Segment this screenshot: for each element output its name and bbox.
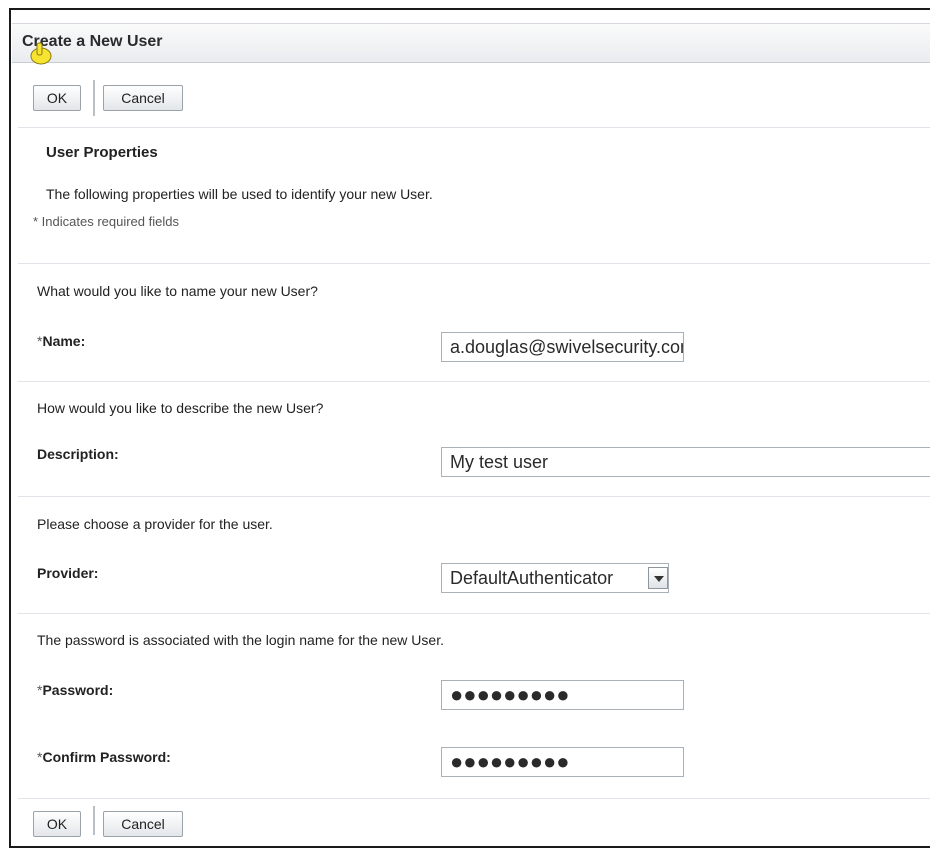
- divider: [18, 381, 930, 382]
- password-input[interactable]: ●●●●●●●●●: [441, 680, 684, 710]
- toolbar-separator-top: [93, 80, 95, 116]
- chevron-down-icon[interactable]: [648, 567, 668, 589]
- name-input[interactable]: a.douglas@swivelsecurity.com: [441, 332, 684, 362]
- divider: [18, 127, 930, 128]
- description-label: Description:: [37, 446, 119, 462]
- section-heading: User Properties: [46, 144, 158, 161]
- confirm-password-label: *Confirm Password:: [37, 749, 171, 765]
- divider: [18, 798, 930, 799]
- required-fields-note: * Indicates required fields: [33, 214, 179, 229]
- section-intro: The following properties will be used to…: [46, 186, 433, 202]
- dialog-frame: [9, 8, 930, 848]
- confirm-password-input[interactable]: ●●●●●●●●●: [441, 747, 684, 777]
- divider: [18, 263, 930, 264]
- description-input[interactable]: My test user: [441, 447, 930, 477]
- ok-button-top[interactable]: OK: [33, 85, 81, 111]
- ok-button-bottom[interactable]: OK: [33, 811, 81, 837]
- provider-select[interactable]: DefaultAuthenticator: [441, 563, 669, 593]
- cancel-button-bottom[interactable]: Cancel: [103, 811, 183, 837]
- cancel-button-top[interactable]: Cancel: [103, 85, 183, 111]
- password-label-text: Password:: [42, 682, 114, 698]
- provider-label: Provider:: [37, 565, 99, 581]
- dialog-titlebar: Create a New User: [12, 23, 930, 63]
- divider: [18, 496, 930, 497]
- divider: [18, 613, 930, 614]
- provider-question: Please choose a provider for the user.: [37, 516, 273, 532]
- password-label: *Password:: [37, 682, 113, 698]
- name-label-text: Name:: [42, 333, 86, 349]
- hand-pointer-icon: [30, 42, 52, 65]
- name-label: *Name:: [37, 333, 85, 349]
- password-note: The password is associated with the logi…: [37, 632, 444, 648]
- description-question: How would you like to describe the new U…: [37, 400, 324, 416]
- name-question: What would you like to name your new Use…: [37, 283, 318, 299]
- toolbar-separator-bottom: [93, 806, 95, 835]
- provider-selected-value: DefaultAuthenticator: [450, 568, 614, 588]
- confirm-password-label-text: Confirm Password:: [42, 749, 171, 765]
